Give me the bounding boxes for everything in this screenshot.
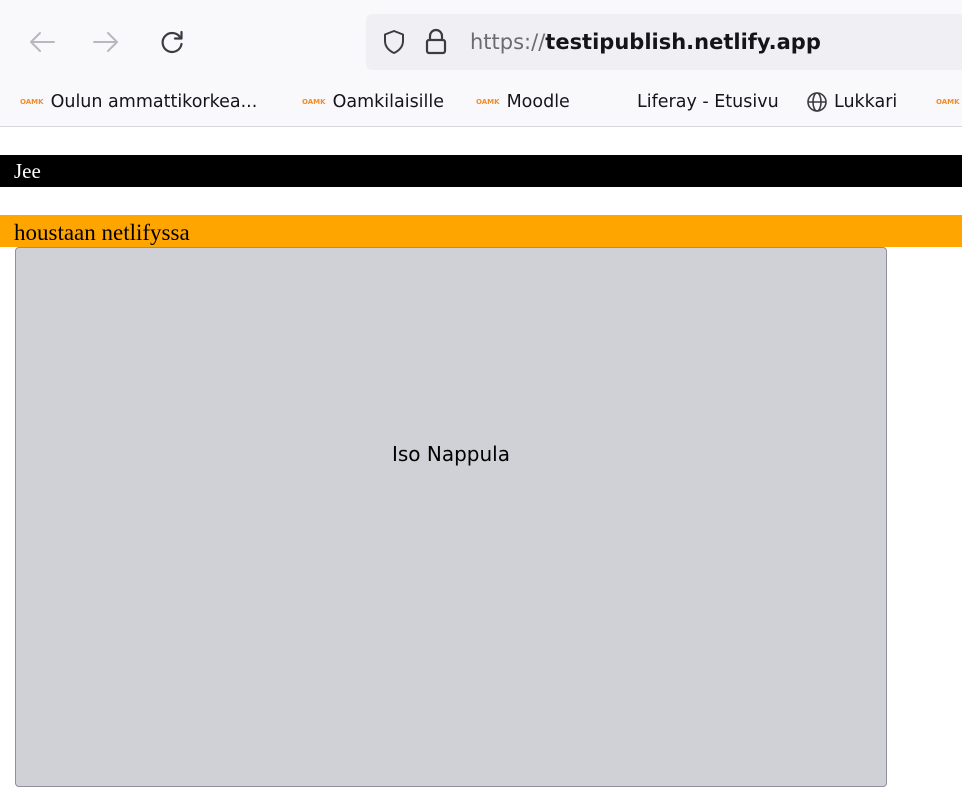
bookmark-oamk-overflow[interactable]: OAMK bbox=[936, 88, 962, 116]
bookmark-label: Liferay - Etusivu bbox=[637, 92, 779, 112]
url-bar[interactable]: https://testipublish.netlify.app bbox=[366, 14, 962, 70]
url-domain: testipublish.netlify.app bbox=[545, 30, 821, 54]
bookmark-lukkari[interactable]: Lukkari bbox=[806, 88, 897, 116]
url-text[interactable]: https://testipublish.netlify.app bbox=[470, 29, 821, 55]
url-scheme: https:// bbox=[470, 30, 546, 54]
reload-button[interactable] bbox=[152, 22, 192, 62]
bookmarks-toolbar: OAMK Oulun ammattikorkea... OAMK Oamkila… bbox=[0, 78, 962, 127]
bookmark-label: Oulun ammattikorkea... bbox=[50, 92, 258, 112]
bookmark-liferay-etusivu[interactable]: Liferay - Etusivu bbox=[637, 88, 779, 116]
shield-icon[interactable] bbox=[382, 29, 406, 60]
bookmark-label: Moodle bbox=[506, 92, 570, 112]
bookmark-label: Oamkilaisille bbox=[332, 92, 445, 112]
globe-icon bbox=[806, 91, 828, 113]
reload-icon bbox=[161, 30, 183, 54]
orange-banner: houstaan netlifyssa bbox=[0, 215, 962, 247]
black-banner: Jee bbox=[0, 155, 962, 187]
bookmark-label: Lukkari bbox=[834, 92, 898, 112]
forward-button[interactable] bbox=[86, 22, 126, 62]
page-content: Jee houstaan netlifyssa Iso Nappula bbox=[0, 127, 962, 787]
arrow-left-icon bbox=[30, 32, 55, 52]
browser-toolbar: https://testipublish.netlify.app bbox=[0, 0, 962, 78]
bookmark-oamkilaisille[interactable]: OAMK Oamkilaisille bbox=[302, 88, 444, 116]
big-button[interactable]: Iso Nappula bbox=[15, 247, 887, 787]
oamk-logo-icon: OAMK bbox=[302, 98, 326, 106]
lock-icon[interactable] bbox=[424, 28, 448, 61]
bookmark-oulun-ammattikorkeakoulu[interactable]: OAMK Oulun ammattikorkea... bbox=[20, 88, 257, 116]
arrow-right-icon bbox=[93, 32, 118, 52]
back-button[interactable] bbox=[22, 22, 62, 62]
oamk-logo-icon: OAMK bbox=[20, 98, 44, 106]
oamk-logo-icon: OAMK bbox=[476, 98, 500, 106]
oamk-logo-icon: OAMK bbox=[936, 98, 960, 106]
bookmark-moodle[interactable]: OAMK Moodle bbox=[476, 88, 570, 116]
